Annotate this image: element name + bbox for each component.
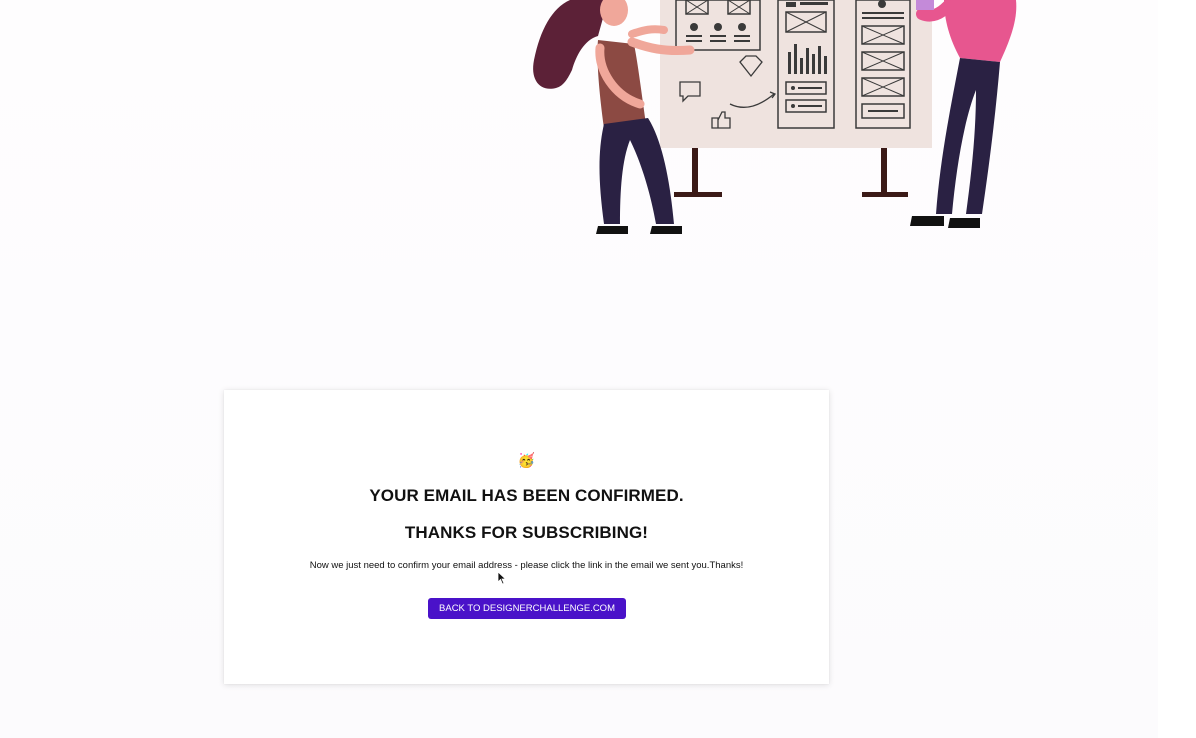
confirmation-card: 🥳 YOUR EMAIL HAS BEEN CONFIRMED. THANKS … bbox=[224, 390, 829, 684]
design-team-illustration bbox=[533, 0, 1017, 234]
page-gutter bbox=[1158, 0, 1196, 738]
confirmation-title: YOUR EMAIL HAS BEEN CONFIRMED. bbox=[369, 486, 684, 505]
back-to-site-button[interactable]: BACK TO DESIGNERCHALLENGE.COM bbox=[428, 598, 626, 619]
party-emoji-icon: 🥳 bbox=[517, 452, 536, 468]
mouse-cursor-icon bbox=[497, 571, 507, 585]
thanks-title: THANKS FOR SUBSCRIBING! bbox=[404, 523, 649, 542]
confirmation-message: Now we just need to confirm your email a… bbox=[309, 560, 744, 571]
